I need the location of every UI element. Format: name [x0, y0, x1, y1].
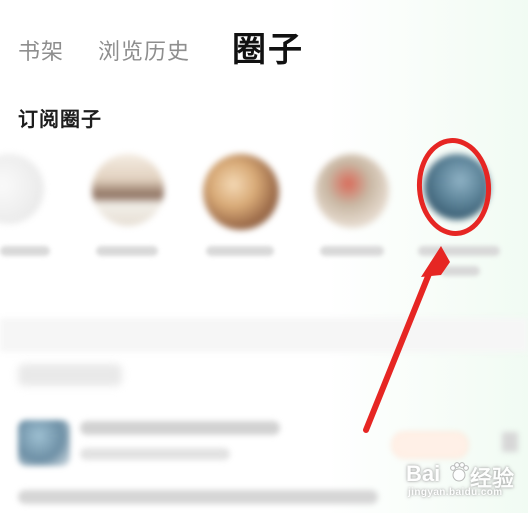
tab-bookshelf[interactable]: 书架 — [18, 34, 64, 66]
circle-name-placeholder — [418, 246, 500, 256]
circle-avatar — [203, 154, 279, 230]
circle-name-placeholder — [206, 246, 274, 256]
topic-title-placeholder — [18, 490, 378, 504]
circle-name-placeholder — [96, 246, 158, 256]
topic-thumbnail — [18, 420, 70, 466]
paw-logo-icon — [450, 462, 469, 482]
circle-name-placeholder — [320, 246, 384, 256]
tab-browse-history[interactable]: 浏览历史 — [98, 34, 190, 66]
chevron-right-icon — [502, 432, 518, 452]
hot-topics-title-placeholder — [18, 364, 122, 386]
baidu-jingyan-watermark: Bai 经验 jingyan.baidu.com — [406, 455, 524, 503]
circle-avatar — [315, 154, 389, 228]
watermark-domain: jingyan.baidu.com — [408, 487, 503, 498]
circle-avatar — [92, 154, 164, 226]
screen: 书架 浏览历史 圈子 订阅圈子 Bai 经验 jingyan.baidu.com — [0, 0, 528, 513]
highlight-ring — [413, 135, 495, 239]
watermark-brand-latin: Bai — [406, 461, 441, 486]
circle-avatar — [0, 154, 44, 224]
section-divider — [0, 318, 528, 352]
topic-title-placeholder — [80, 421, 280, 435]
tab-circles[interactable]: 圈子 — [232, 22, 304, 71]
topic-meta-placeholder — [80, 448, 230, 460]
circle-name-placeholder — [0, 246, 50, 256]
circle-name-placeholder — [440, 266, 480, 276]
subscribed-circles-title: 订阅圈子 — [18, 107, 102, 131]
